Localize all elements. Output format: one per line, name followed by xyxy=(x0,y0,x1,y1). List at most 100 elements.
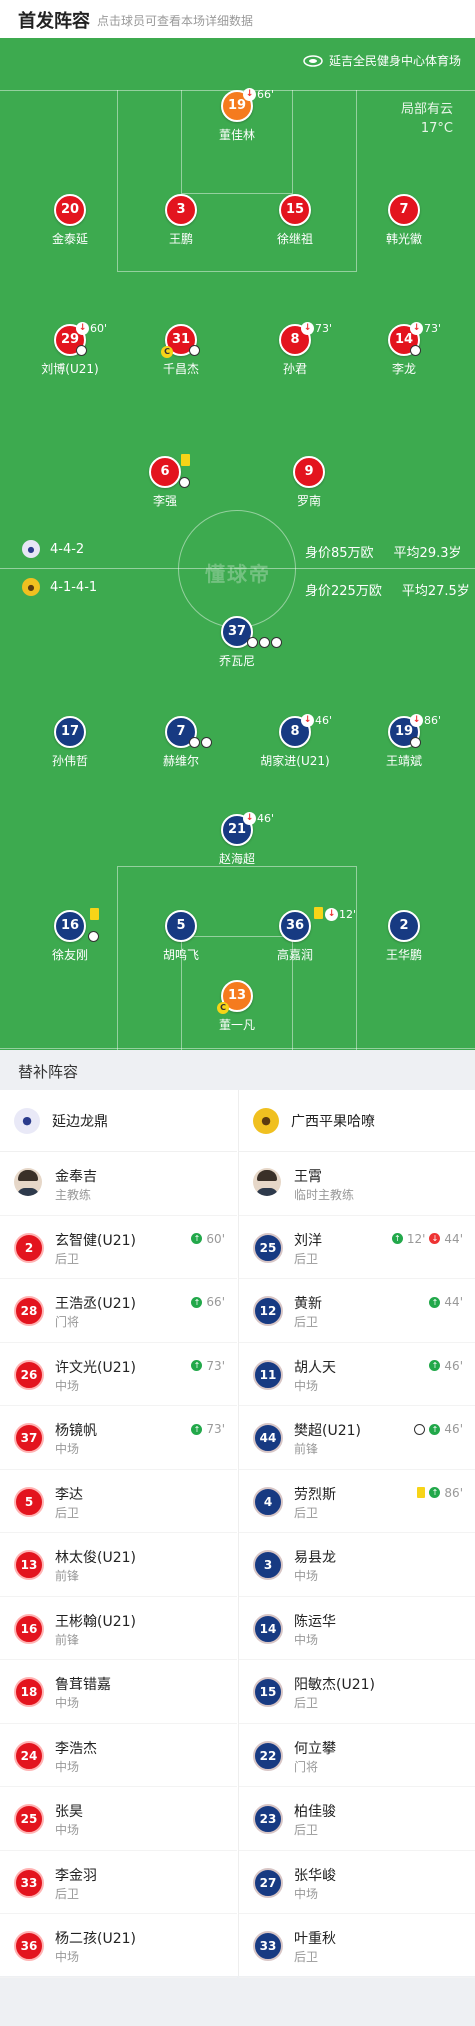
sub-off-icon: ↓ xyxy=(301,714,314,727)
player-number: 4 xyxy=(253,1486,283,1517)
away-bench: ● 广西平果哈嘹 王霄 临时主教练 25 刘洋 后卫 ↑ 12' ↓ 44' 12 黄… xyxy=(238,1090,475,1978)
bench-player[interactable]: 23 柏佳骏 后卫 xyxy=(239,1787,475,1851)
home-player[interactable]: 29 ↓ 60' 刘博(U21) xyxy=(10,322,130,377)
bench-player[interactable]: 25 刘洋 后卫 ↑ 12' ↓ 44' xyxy=(239,1216,475,1279)
home-player[interactable]: 9 罗南 xyxy=(249,456,369,509)
home-stats: 身价85万欧 平均29.3岁 xyxy=(305,542,462,561)
team-avg-age: 平均29.3岁 xyxy=(393,546,462,561)
team-value: 身价85万欧 xyxy=(305,546,374,561)
player-name: 刘洋 xyxy=(294,1232,322,1249)
player-number: 26 xyxy=(14,1359,44,1390)
coach-row[interactable]: 王霄 临时主教练 xyxy=(239,1152,475,1216)
away-player[interactable]: 16 徐友刚 xyxy=(10,908,130,963)
away-player[interactable]: 37 乔瓦尼 xyxy=(177,616,297,669)
away-player[interactable]: 36 ↓ 12' 高嘉润 xyxy=(235,907,356,963)
away-player[interactable]: 5 胡鸣飞 xyxy=(121,910,241,963)
bench-player[interactable]: 33 叶重秋 后卫 xyxy=(239,1914,475,1978)
player-name: 乔瓦尼 xyxy=(218,654,255,668)
bench-player[interactable]: 14 陈运华 中场 xyxy=(239,1597,475,1660)
player-pos: 门将 xyxy=(55,1315,80,1329)
player-name: 董佳林 xyxy=(218,128,255,142)
bench-player[interactable]: 25 张昊 中场 xyxy=(0,1787,237,1851)
player-pos: 前锋 xyxy=(55,1569,80,1583)
away-player[interactable]: 19 ↓ 86' 王靖斌 xyxy=(344,714,464,769)
bench-player[interactable]: 5 李达 后卫 xyxy=(0,1470,237,1533)
away-player[interactable]: 21 ↓ 46' 赵海超 xyxy=(177,812,297,867)
player-name: 王浩丞(U21) xyxy=(55,1296,136,1312)
sub-minute: 46' xyxy=(315,714,333,727)
home-player[interactable]: 6 李强 xyxy=(105,454,225,509)
player-number: 7 xyxy=(388,194,420,226)
bench-player[interactable]: 13 林太俊(U21) 前锋 xyxy=(0,1533,237,1597)
yellow-card-icon xyxy=(90,908,99,920)
assist-icon xyxy=(189,737,200,748)
away-player[interactable]: 13 C 董一凡 xyxy=(177,980,297,1033)
player-pos: 前锋 xyxy=(55,1632,80,1647)
home-player[interactable]: 31 C 千昌杰 xyxy=(121,324,241,377)
venue: 延吉全民健身中心体育场 xyxy=(303,52,461,69)
bench-player[interactable]: 18 鲁茸错嘉 中场 xyxy=(0,1660,237,1724)
sub-off-icon: ↓ xyxy=(301,322,314,335)
bench-player[interactable]: 12 黄新 后卫 ↑ 44' xyxy=(239,1279,475,1343)
subs-header: 替补阵容 xyxy=(0,1050,475,1090)
bench-player[interactable]: 22 何立攀 门将 xyxy=(239,1724,475,1787)
player-number: 33 xyxy=(14,1867,44,1898)
player-name: 王鹏 xyxy=(168,232,193,246)
player-number: 15 xyxy=(253,1677,283,1707)
player-pos: 中场 xyxy=(55,1696,80,1710)
player-number: 25 xyxy=(253,1232,283,1263)
home-player[interactable]: 14 ↓ 73' 李龙 xyxy=(344,322,464,377)
player-pos: 后卫 xyxy=(294,1696,319,1710)
bench-player[interactable]: 44 樊超(U21) 前锋 ↑ 46' xyxy=(239,1406,475,1470)
coach-row[interactable]: 金奉吉 主教练 xyxy=(0,1152,237,1216)
bench-player[interactable]: 37 杨镜帆 中场 ↑ 73' xyxy=(0,1406,237,1470)
coach-avatar xyxy=(14,1168,42,1196)
away-player[interactable]: 2 王华鹏 xyxy=(344,910,464,963)
bench-player[interactable]: 16 王彬翰(U21) 前锋 xyxy=(0,1597,237,1660)
bench-player[interactable]: 36 杨二孩(U21) 中场 xyxy=(0,1914,237,1978)
assist-icon xyxy=(271,637,282,648)
sub-on-icon: ↑ xyxy=(429,1487,441,1498)
home-player[interactable]: 8 ↓ 73' 孙君 xyxy=(235,322,355,377)
player-name: 孙伟哲 xyxy=(51,754,88,768)
player-name: 赫维尔 xyxy=(162,754,199,768)
away-player[interactable]: 7 赫维尔 xyxy=(121,716,241,769)
away-player[interactable]: 8 ↓ 46' 胡家进(U21) xyxy=(235,714,355,769)
coach-role: 临时主教练 xyxy=(294,1188,355,1202)
sub-minute: 46' xyxy=(444,1358,463,1373)
sub-minute: 12' xyxy=(406,1231,426,1246)
player-number: 28 xyxy=(14,1296,44,1326)
sub-off-icon: ↓ xyxy=(410,322,423,335)
player-number: 16 xyxy=(14,1613,44,1644)
player-number: 14 xyxy=(253,1613,283,1644)
player-name: 王华鹏 xyxy=(385,948,422,962)
bench-player[interactable]: 27 张华峻 中场 xyxy=(239,1851,475,1914)
home-player[interactable]: 19 ↓ 66' 董佳林 xyxy=(177,88,297,143)
home-player[interactable]: 20 金泰延 xyxy=(10,194,130,247)
bench-player[interactable]: 11 胡人天 中场 ↑ 46' xyxy=(239,1343,475,1406)
bench-player[interactable]: 2 玄智健(U21) 后卫 ↑ 60' xyxy=(0,1216,237,1279)
bench-player[interactable]: 33 李金羽 后卫 xyxy=(0,1851,237,1914)
away-stats: 身价225万欧 平均27.5岁 xyxy=(305,580,470,599)
home-player[interactable]: 15 徐继祖 xyxy=(235,194,355,247)
bench-player[interactable]: 15 阳敏杰(U21) 后卫 xyxy=(239,1660,475,1724)
home-player[interactable]: 3 王鹏 xyxy=(121,194,241,247)
player-number: 6 xyxy=(149,456,181,488)
player-name: 千昌杰 xyxy=(162,362,199,376)
bench-player[interactable]: 28 王浩丞(U21) 门将 ↑ 66' xyxy=(0,1279,237,1343)
pitch: 延吉全民健身中心体育场 局部有云 17°C 懂球帝 19 ↓ 66' 董佳林 20… xyxy=(0,38,475,1050)
away-player[interactable]: 17 孙伟哲 xyxy=(10,716,130,769)
player-pos: 前锋 xyxy=(294,1442,319,1456)
player-name: 张华峻 xyxy=(294,1867,336,1884)
sub-minute: 73' xyxy=(206,1422,225,1436)
player-name: 刘博(U21) xyxy=(41,362,99,376)
player-number: 44 xyxy=(253,1423,283,1453)
player-name: 陈运华 xyxy=(294,1613,336,1630)
player-number: 12 xyxy=(253,1296,283,1326)
home-player[interactable]: 7 韩光徽 xyxy=(344,194,464,247)
bench-player[interactable]: 4 劳烈斯 后卫 ↑ 86' xyxy=(239,1470,475,1533)
bench-player[interactable]: 24 李浩杰 中场 xyxy=(0,1724,237,1787)
bench-player[interactable]: 3 易县龙 中场 xyxy=(239,1533,475,1597)
goal-ball-icon xyxy=(76,345,87,356)
bench-player[interactable]: 26 许文光(U21) 中场 ↑ 73' xyxy=(0,1343,237,1406)
